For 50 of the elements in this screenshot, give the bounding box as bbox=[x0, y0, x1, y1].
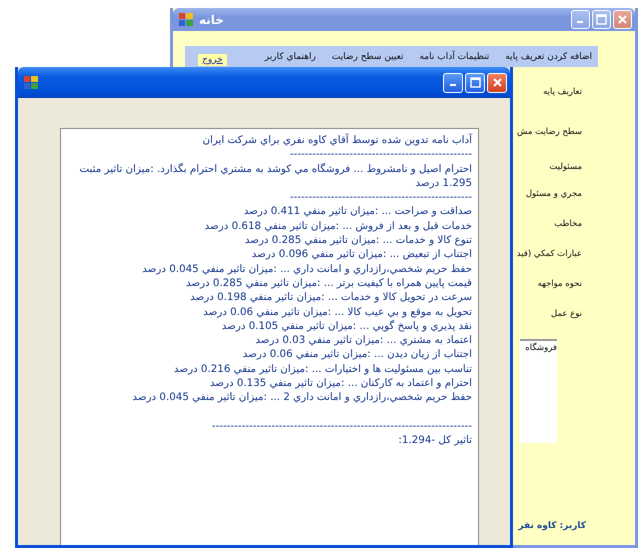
field-label: مجري و مسئول bbox=[526, 189, 582, 201]
app-icon bbox=[24, 76, 38, 89]
report-text-box[interactable] bbox=[60, 128, 479, 545]
rule-line: تناسب بين مسئوليت ها و اختيارات ... :ميزان تاثير منفي 0.216 درصد bbox=[174, 362, 472, 376]
field-label: مسئوليت bbox=[549, 162, 582, 174]
maximize-button[interactable] bbox=[592, 10, 611, 29]
rule-line: احترام و اعتماد به کارکنان ... :ميزان تاثير منفي 0.135 درصد bbox=[210, 376, 472, 390]
dashed-rule: ------------------------------------------------- bbox=[290, 190, 472, 204]
maximize-icon bbox=[470, 77, 480, 88]
rule-line: اعتماد به مشتري ... :ميزان تاثير منفي 0.03 درصد bbox=[255, 333, 472, 348]
field-label: نوع عمل bbox=[551, 309, 582, 321]
user-label: کاربر: کاوه نفر bbox=[518, 521, 586, 531]
list-item[interactable]: فروشگاه bbox=[525, 343, 557, 353]
rule-line: تحويل به موقع و بي عيب کالا ... :ميزان تاثير منفي 0.06 درصد bbox=[203, 304, 472, 319]
list-box[interactable]: فروشگاه bbox=[520, 339, 557, 443]
menu-item[interactable]: تنظيمات آداب نامه bbox=[419, 52, 490, 62]
rule-line: اجتناب از زيان ديدن ... :ميزان تاثير منفي 0.06 درصد bbox=[242, 347, 472, 362]
close-button[interactable] bbox=[613, 10, 632, 29]
intro-text: احترام اصيل و نامشروط ... فروشگاه مي کوشد به مشتري احترام بگذارد. :ميزان تاثير مثبت 1.295 درصد bbox=[78, 162, 472, 190]
rule-line: اجتناب از تبعيض ... :ميزان تاثير منفي 0.096 درصد bbox=[252, 247, 472, 262]
minimize-button[interactable] bbox=[443, 72, 463, 92]
rule-line: صداقت و صراحت ... :ميزان تاثير منفي 0.411 درصد bbox=[244, 204, 472, 219]
report-heading: آداب نامه تدوين شده توسط آقاي کاوه نفري براي شرکت ايران bbox=[202, 133, 472, 148]
app-icon bbox=[179, 13, 193, 26]
minimize-button[interactable] bbox=[571, 10, 590, 29]
rule-line: سرعت در تحويل کالا و خدمات ... :ميزان تاثير منفي 0.198 درصد bbox=[190, 290, 472, 305]
rule-line: نقد پذيري و پاسخ گويي ... :ميزان تاثير منفي 0.105 درصد bbox=[222, 318, 472, 334]
dashed-rule: ------------------------------------------------- bbox=[290, 147, 472, 162]
close-icon bbox=[492, 77, 502, 88]
maximize-icon bbox=[596, 14, 607, 25]
menu-item[interactable]: اضافه کردن تعريف پايه bbox=[505, 52, 592, 62]
total-text: :تاثير کل -1.294 bbox=[398, 432, 472, 448]
field-label: عبارات کمکي (قيد bbox=[516, 249, 582, 261]
field-label: تعاريف پايه bbox=[543, 87, 582, 99]
field-label: سطح رضايت مش bbox=[517, 127, 582, 139]
field-label: نحوه مواجهه bbox=[538, 279, 582, 291]
window-title: خانه bbox=[199, 12, 224, 26]
dashed-rule: ---------------------------------------------------------------------- bbox=[212, 418, 472, 433]
close-icon bbox=[617, 14, 628, 25]
field-label: مخاطب bbox=[554, 219, 582, 231]
rule-line: حفظ حريم شخصي،رازداري و امانت داري 2 ... :ميزان تاثير منفي 0.045 درصد bbox=[132, 390, 472, 405]
rule-line: قيمت پايين همراه با کيفيت برتر ... :ميزان تاثير منفي 0.285 درصد bbox=[186, 276, 472, 290]
menu-item[interactable]: تعيين سطح رضايت bbox=[332, 52, 404, 62]
menu-item[interactable]: راهنماي کاربر bbox=[264, 52, 316, 62]
close-button[interactable] bbox=[487, 72, 507, 92]
rule-line: خدمات قبل و بعد از فروش ... :ميزان تاثير منفي 0.618 درصد bbox=[204, 218, 472, 234]
rule-line: حفظ حريم شخصي،رازداري و امانت داري ... :ميزان تاثير منفي 0.045 درصد bbox=[142, 262, 472, 276]
maximize-button[interactable] bbox=[465, 72, 485, 92]
rule-line: تنوع کالا و خدمات ... :ميزان تاثير منفي 0.285 درصد bbox=[244, 233, 472, 248]
exit-link[interactable]: خروج bbox=[198, 54, 227, 66]
